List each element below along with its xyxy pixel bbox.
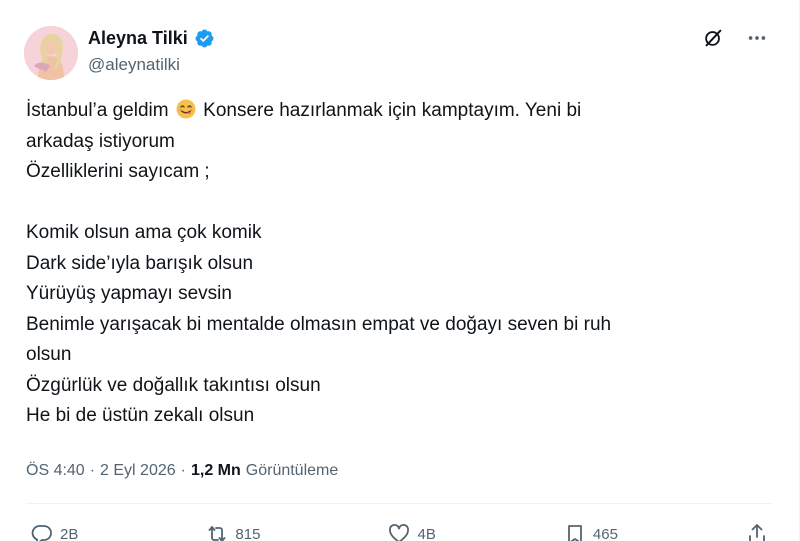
views-label[interactable]: Görüntüleme — [246, 462, 339, 480]
tweet-date[interactable]: 2 Eyl 2026 — [100, 462, 176, 480]
author-handle[interactable]: @aleynatilki — [88, 55, 215, 75]
reply-button[interactable]: 2B — [30, 522, 78, 541]
share-icon — [749, 524, 765, 541]
tweet-line: olsun — [26, 344, 72, 365]
more-icon[interactable] — [745, 26, 769, 50]
repost-count: 815 — [235, 525, 261, 541]
tweet-line: He bi de üstün zekalı olsun — [26, 405, 255, 426]
avatar-image — [24, 26, 78, 80]
tweet-line: Yürüyüş yapmayı sevsin — [26, 283, 232, 304]
bookmark-icon — [567, 525, 582, 541]
share-button[interactable] — [745, 522, 769, 541]
reply-icon — [31, 525, 52, 541]
like-button[interactable]: 4B — [387, 522, 436, 541]
tweet-line: Komik olsun ama çok komik — [26, 222, 262, 243]
like-count: 4B — [417, 525, 436, 541]
top-actions — [701, 26, 769, 50]
meta-separator: · — [89, 462, 96, 479]
face-savoring-food-emoji-icon — [176, 99, 196, 119]
tweet-text: İstanbul’a geldim Konsere hazırlanmak iç… — [26, 96, 766, 432]
heart-icon — [389, 524, 410, 541]
tweet-text-segment: Konsere hazırlanmak için kamptayım. Yeni… — [197, 100, 582, 121]
repost-icon — [209, 526, 226, 541]
tweet-line: Dark side’ıyla barışık olsun — [26, 252, 254, 274]
tweet-line: İstanbul’a geldim Konsere hazırlanmak iç… — [26, 96, 766, 127]
tweet-text-segment: İstanbul’a geldim — [26, 100, 169, 121]
action-bar: 2B 815 4B 465 — [30, 522, 769, 541]
reply-count: 2B — [60, 525, 79, 541]
meta-separator: · — [180, 462, 186, 479]
bookmark-count: 465 — [592, 525, 618, 541]
tweet-line: Özelliklerini sayıcam ; — [26, 161, 210, 182]
grok-icon[interactable] — [701, 26, 725, 50]
repost-button[interactable]: 815 — [205, 522, 260, 541]
tweet-line: Benimle yarışacak bi mentalde olmasın em… — [26, 313, 612, 335]
tweet-line: Özgürlük ve doğallık takıntısı olsun — [26, 374, 321, 396]
bookmark-button[interactable]: 465 — [563, 522, 618, 541]
tweet-time[interactable]: ÖS 4:40 — [26, 462, 85, 480]
tweet-line: arkadaş istiyorum — [26, 130, 175, 152]
views-count[interactable]: 1,2 Mn — [191, 462, 241, 480]
verified-badge-icon — [194, 28, 215, 49]
tweet-card: Aleyna Tilki @aleynatilki İstanbul’a gel… — [0, 0, 800, 541]
divider — [26, 503, 773, 504]
avatar[interactable] — [24, 26, 78, 80]
tweet-meta: ÖS 4:40 · 2 Eyl 2026 · 1,2 Mn Görüntülem… — [26, 462, 338, 480]
author-block: Aleyna Tilki @aleynatilki — [88, 28, 215, 75]
author-name[interactable]: Aleyna Tilki — [88, 28, 188, 49]
